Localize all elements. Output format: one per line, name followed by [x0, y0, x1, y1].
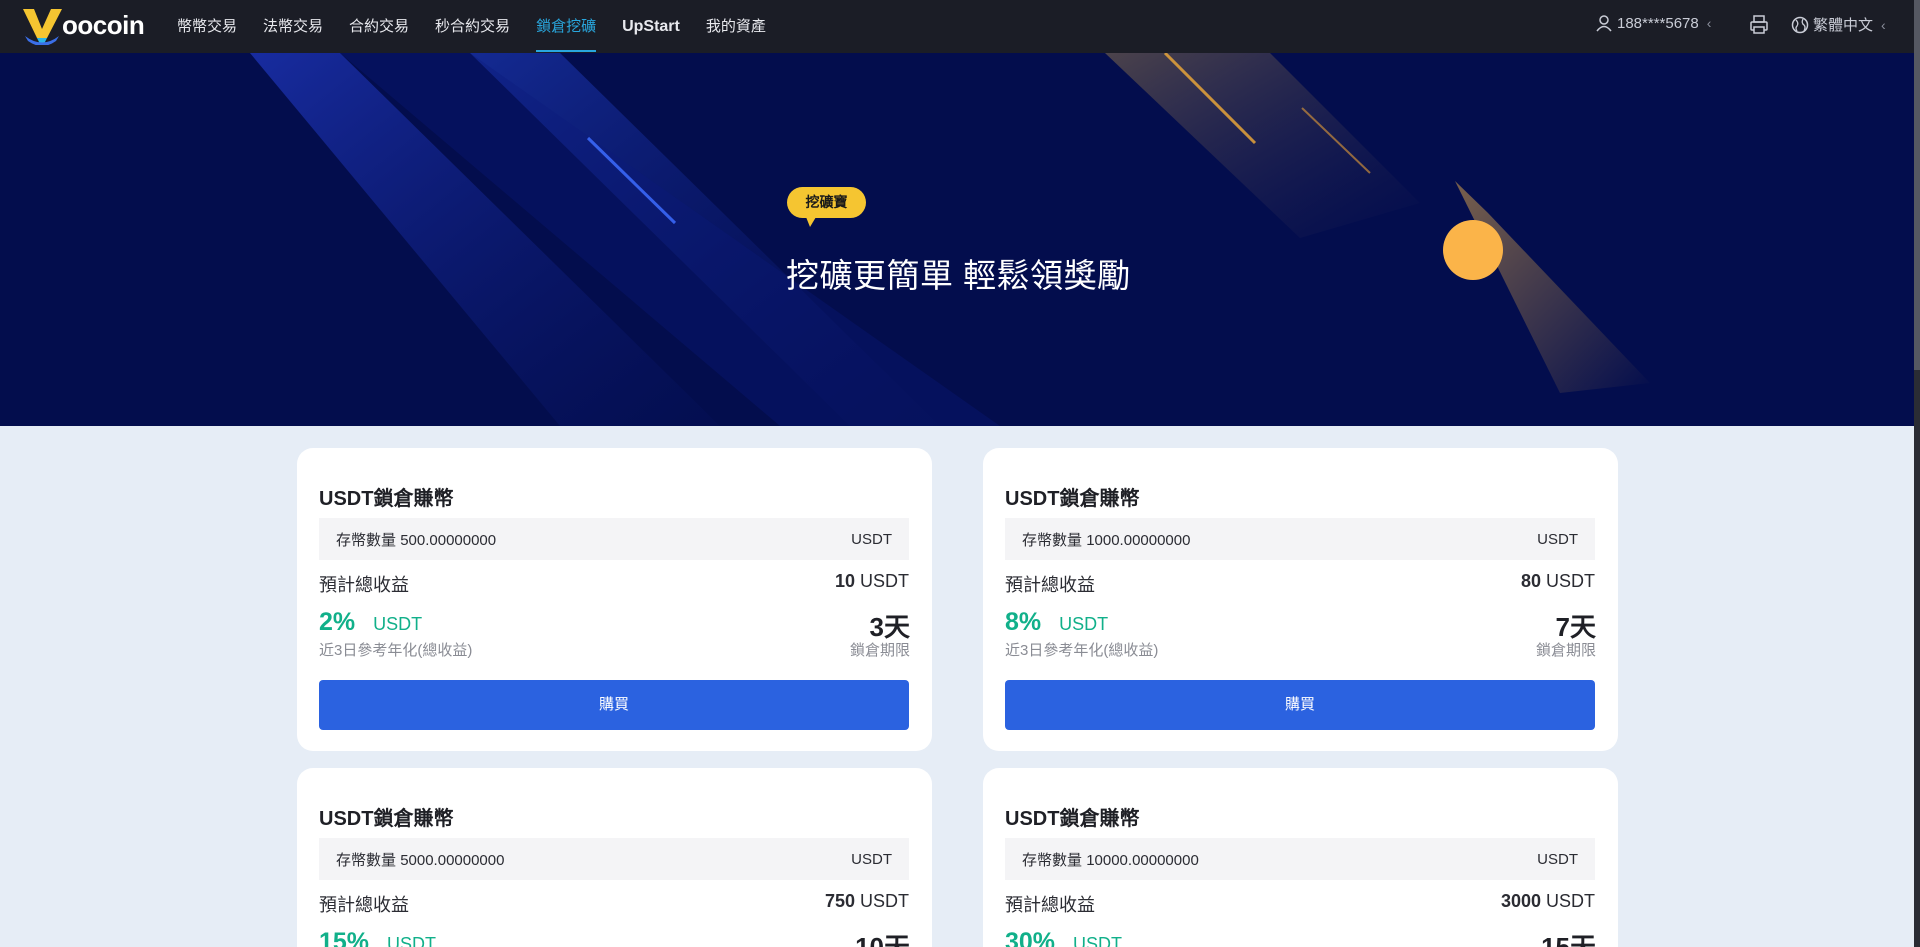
card-title: USDT鎖倉賺幣 — [319, 488, 454, 510]
profit-label: 預計總收益 — [319, 895, 409, 915]
profit-value: 10 — [834, 571, 855, 591]
user-icon — [1596, 15, 1612, 32]
rate-unit: USDT — [1073, 934, 1123, 947]
lock-days-label: 鎖倉期限 — [849, 642, 910, 659]
deposit-row: 存幣數量 10000.00000000 USDT — [1005, 838, 1595, 880]
deposit-row: 存幣數量 1000.00000000 USDT — [1005, 518, 1595, 560]
profit-unit: USDT — [860, 571, 909, 591]
rate-row: 2% USDT — [319, 608, 422, 637]
language-label: 繁體中文 — [1813, 17, 1874, 34]
v-logo-icon — [23, 9, 62, 45]
deposit-amount: 500.00000000 — [400, 531, 497, 549]
rate-unit: USDT — [387, 934, 437, 947]
globe-icon — [1791, 16, 1809, 33]
profit-label: 預計總收益 — [1005, 575, 1095, 595]
profit-unit: USDT — [860, 891, 909, 911]
rate-unit: USDT — [373, 614, 423, 634]
product-card: USDT鎖倉賺幣 存幣數量 5000.00000000 USDT 預計總收益 7… — [297, 768, 932, 947]
deposit-unit: USDT — [851, 850, 892, 868]
rate-description: 近3日參考年化(總收益) — [319, 642, 473, 659]
profit-value: 750 — [824, 891, 855, 911]
rate-percent: 2% — [319, 608, 356, 636]
deposit-label: 存幣數量 — [1022, 851, 1083, 869]
deposit-row: 存幣數量 5000.00000000 USDT — [319, 838, 909, 880]
profit-row: 預計總收益 10 USDT — [319, 571, 909, 597]
profit-row: 預計總收益 80 USDT — [1005, 571, 1595, 597]
rate-row: 15% USDT — [319, 928, 436, 947]
nav-item-second-contract[interactable]: 秒合約交易 — [435, 0, 510, 53]
rate-percent: 8% — [1005, 608, 1042, 636]
rate-description: 近3日參考年化(總收益) — [1005, 642, 1159, 659]
nav-item-spot[interactable]: 幣幣交易 — [177, 0, 237, 53]
chevron-left-icon: ‹ — [1881, 16, 1886, 33]
rate-unit: USDT — [1059, 614, 1109, 634]
banner-title: 挖礦更簡單 輕鬆領獎勵 — [786, 257, 1131, 294]
scrollbar-thumb[interactable] — [1914, 0, 1920, 370]
profit-label: 預計總收益 — [319, 575, 409, 595]
lock-days: 15天 — [1541, 932, 1596, 947]
deposit-amount: 1000.00000000 — [1086, 531, 1191, 549]
rate-percent: 15% — [319, 928, 370, 947]
user-account-menu[interactable]: 188****5678 ‹ — [1595, 14, 1711, 32]
user-phone: 188****5678 — [1617, 14, 1699, 32]
buy-button[interactable]: 購買 — [1005, 680, 1595, 730]
profit-unit: USDT — [1546, 571, 1595, 591]
deposit-row: 存幣數量 500.00000000 USDT — [319, 518, 909, 560]
page-scrollbar[interactable] — [1914, 0, 1920, 947]
deposit-label: 存幣數量 — [336, 851, 397, 869]
buy-button[interactable]: 購買 — [319, 680, 909, 730]
nav-item-assets[interactable]: 我的資產 — [706, 0, 766, 53]
profit-label: 預計總收益 — [1005, 895, 1095, 915]
deposit-label: 存幣數量 — [336, 531, 397, 549]
product-card: USDT鎖倉賺幣 存幣數量 10000.00000000 USDT 預計總收益 … — [983, 768, 1618, 947]
card-title: USDT鎖倉賺幣 — [1005, 808, 1140, 830]
language-selector[interactable]: 繁體中文 ‹ — [1791, 14, 1886, 35]
deposit-amount: 10000.00000000 — [1086, 851, 1199, 869]
lock-days: 10天 — [855, 932, 910, 947]
rate-row: 8% USDT — [1005, 608, 1108, 637]
printer-icon — [1750, 15, 1768, 34]
deposit-unit: USDT — [1537, 530, 1578, 548]
logo[interactable]: oocoin — [21, 5, 145, 45]
nav-item-fiat[interactable]: 法幣交易 — [263, 0, 323, 53]
rate-row: 30% USDT — [1005, 928, 1122, 947]
hero-banner: 挖礦寶 挖礦更簡單 輕鬆領獎勵 — [0, 53, 1914, 426]
deposit-label: 存幣數量 — [1022, 531, 1083, 549]
printer-button[interactable] — [1750, 15, 1768, 40]
deposit-amount: 5000.00000000 — [400, 851, 505, 869]
product-card: USDT鎖倉賺幣 存幣數量 1000.00000000 USDT 預計總收益 8… — [983, 448, 1618, 751]
profit-row: 預計總收益 3000 USDT — [1005, 891, 1595, 917]
deposit-unit: USDT — [851, 530, 892, 548]
profit-row: 預計總收益 750 USDT — [319, 891, 909, 917]
nav-item-lock-mining[interactable]: 鎖倉挖礦 — [536, 0, 597, 53]
brand-name: oocoin — [62, 9, 145, 40]
nav-item-upstart[interactable]: UpStart — [622, 0, 680, 53]
mining-badge: 挖礦寶 — [787, 187, 866, 227]
product-card: USDT鎖倉賺幣 存幣數量 500.00000000 USDT 預計總收益 10… — [297, 448, 932, 751]
nav-item-contract[interactable]: 合約交易 — [349, 0, 409, 53]
lock-days-label: 鎖倉期限 — [1535, 642, 1596, 659]
rate-percent: 30% — [1005, 928, 1056, 947]
deposit-unit: USDT — [1537, 850, 1578, 868]
card-title: USDT鎖倉賺幣 — [1005, 488, 1140, 510]
profit-unit: USDT — [1546, 891, 1595, 911]
profit-value: 3000 — [1500, 891, 1541, 911]
profit-value: 80 — [1520, 571, 1541, 591]
main-menu: 幣幣交易 法幣交易 合約交易 秒合約交易 鎖倉挖礦 UpStart 我的資產 — [177, 0, 792, 53]
card-title: USDT鎖倉賺幣 — [319, 808, 454, 830]
top-nav: oocoin 幣幣交易 法幣交易 合約交易 秒合約交易 鎖倉挖礦 UpStart… — [0, 0, 1914, 53]
chevron-left-icon: ‹ — [1706, 15, 1712, 31]
banner-background — [250, 53, 1650, 426]
